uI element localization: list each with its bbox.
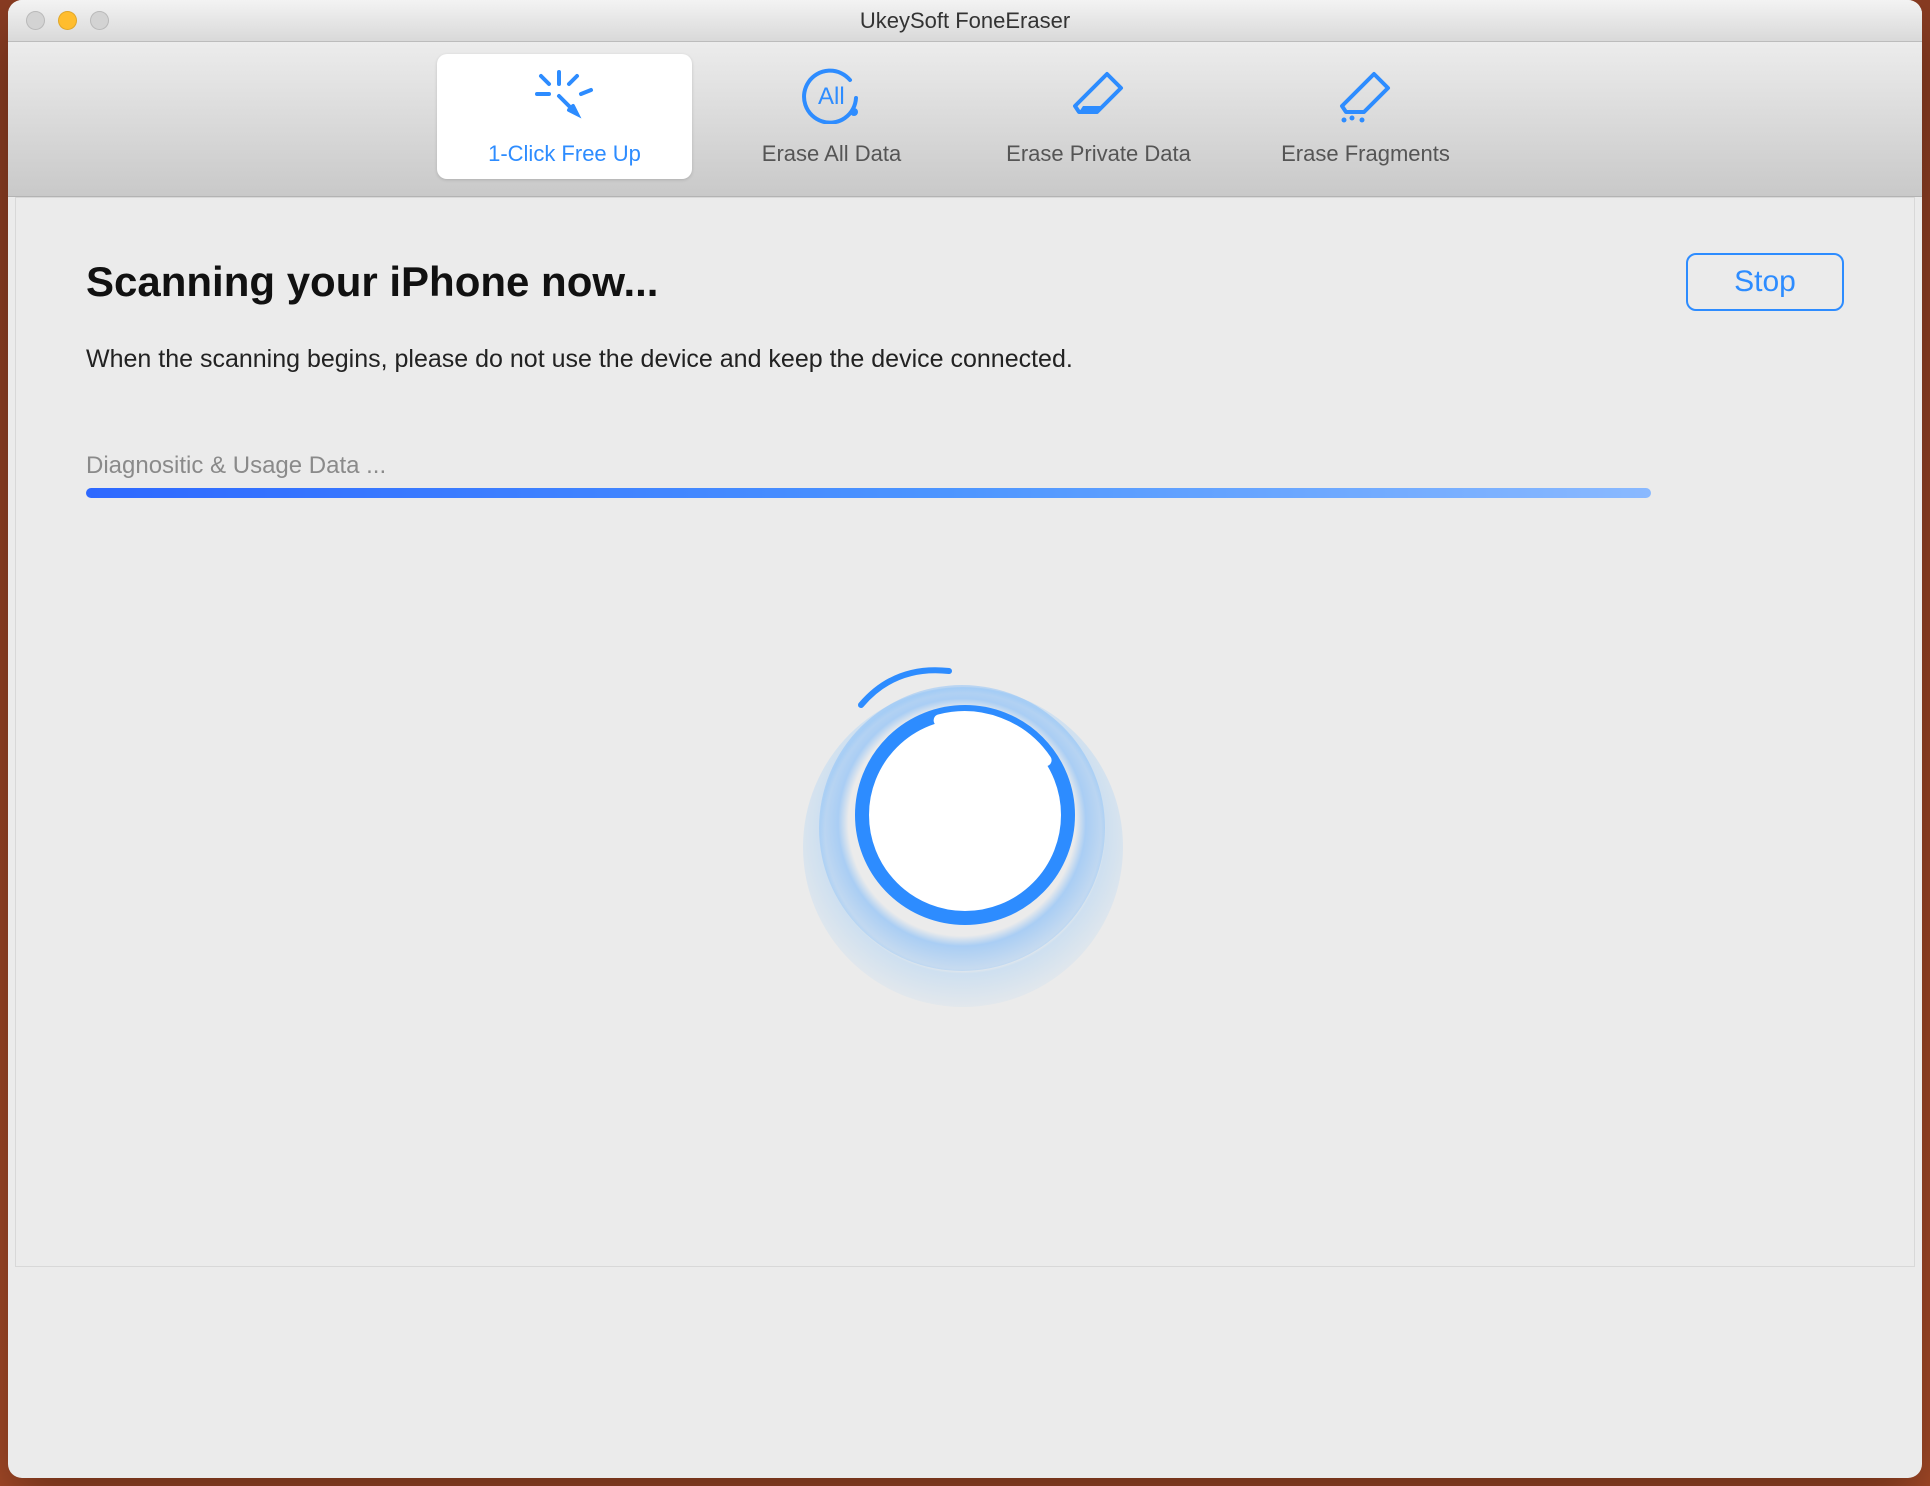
tab-label: Erase All Data [762,141,901,167]
erase-all-icon: All [796,54,868,137]
heading-row: Scanning your iPhone now... Stop [86,253,1844,311]
tab-erase-private[interactable]: Erase Private Data [971,54,1226,179]
tab-free-up[interactable]: 1-Click Free Up [437,54,692,179]
cursor-spark-icon [529,54,601,137]
progress-label: Diagnositic & Usage Data ... [86,452,1844,480]
tab-erase-all[interactable]: All Erase All Data [704,54,959,179]
window-controls [26,11,109,30]
tab-label: Erase Fragments [1281,141,1450,167]
eraser-private-icon [1063,54,1135,137]
minimize-window-button[interactable] [58,11,77,30]
window-title: UkeySoft FoneEraser [8,8,1922,34]
close-window-button[interactable] [26,11,45,30]
page-subtext: When the scanning begins, please do not … [86,345,1844,374]
titlebar: UkeySoft FoneEraser [8,0,1922,42]
eraser-fragments-icon [1330,54,1402,137]
toolbar: 1-Click Free Up All Erase All Data [8,42,1922,197]
main-panel: Scanning your iPhone now... Stop When th… [15,197,1915,1267]
tab-label: 1-Click Free Up [488,141,641,167]
stop-button[interactable]: Stop [1686,253,1844,311]
progress-bar [86,488,1651,498]
page-heading: Scanning your iPhone now... [86,258,658,306]
maximize-window-button[interactable] [90,11,109,30]
scan-spinner [795,657,1135,997]
spinner-tail-icon [855,657,955,712]
tab-label: Erase Private Data [1006,141,1191,167]
app-window: UkeySoft FoneEraser 1-Click Free Up [8,0,1922,1478]
svg-text:All: All [818,83,845,110]
tab-erase-fragments[interactable]: Erase Fragments [1238,54,1493,179]
tab-row: 1-Click Free Up All Erase All Data [437,54,1493,179]
